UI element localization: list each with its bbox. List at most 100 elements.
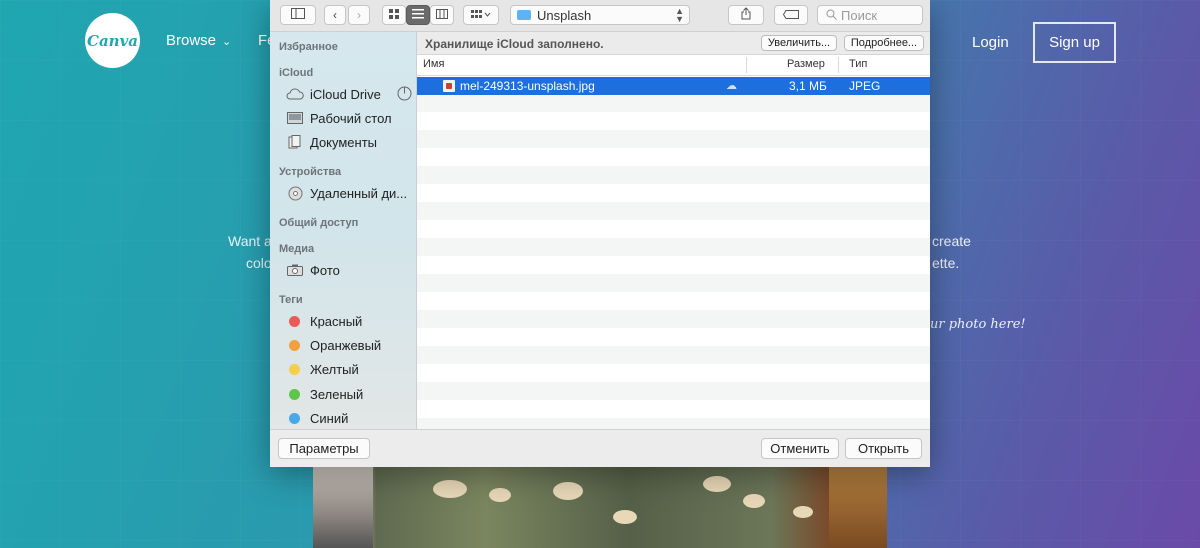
button-label: Параметры xyxy=(289,441,359,456)
sidebar-icon xyxy=(291,8,305,22)
sidebar-header-shared: Общий доступ xyxy=(279,217,359,229)
open-button[interactable]: Открыть xyxy=(845,438,922,459)
column-header-type[interactable]: Тип xyxy=(849,58,867,70)
search-input[interactable]: Поиск xyxy=(817,5,923,25)
chevron-down-icon: ⌄ xyxy=(222,36,232,48)
hero-handwritten-text: ur photo here! xyxy=(930,317,1026,332)
location-label: Unsplash xyxy=(537,7,592,23)
cloud-icon xyxy=(286,87,304,101)
tag-color-dot xyxy=(289,388,300,400)
share-button[interactable] xyxy=(728,5,764,25)
flower-shape xyxy=(743,494,765,508)
button-label: Открыть xyxy=(857,441,910,456)
folder-icon xyxy=(517,10,531,20)
flower-shape xyxy=(553,482,583,500)
icloud-full-banner: Хранилище iCloud заполнено. Увеличить...… xyxy=(417,32,930,55)
sidebar-item-desktop[interactable]: Рабочий стол xyxy=(286,107,414,129)
file-list-background xyxy=(417,76,930,429)
sidebar-item-label: Синий xyxy=(310,410,349,426)
chevron-right-icon: › xyxy=(357,8,361,22)
sidebar-header-favorites: Избранное xyxy=(279,41,338,53)
documents-icon xyxy=(286,135,304,149)
sidebar-item-icloud-drive[interactable]: iCloud Drive xyxy=(286,83,414,105)
photo-left-panel xyxy=(313,466,373,548)
sidebar-header-tags: Теги xyxy=(279,294,303,306)
sidebar-header-media: Медиа xyxy=(279,243,315,255)
file-open-dialog: ‹ › Unsplash ▲ ▼ Поиск Избранное iCloud … xyxy=(270,0,930,467)
desktop-icon xyxy=(286,111,304,125)
image-file-icon xyxy=(443,80,455,92)
sidebar-item-label: Желтый xyxy=(310,361,359,377)
list-icon xyxy=(412,8,424,22)
canva-logo[interactable]: Canva xyxy=(85,13,140,68)
button-label: Подробнее... xyxy=(850,37,918,49)
sidebar-item-documents[interactable]: Документы xyxy=(286,131,414,153)
file-row[interactable]: mel-249313-unsplash.jpg ☁ 3,1 МБ JPEG xyxy=(417,77,930,95)
camera-icon xyxy=(286,263,304,277)
storage-progress-icon xyxy=(397,86,412,104)
view-list-button[interactable] xyxy=(406,5,430,25)
sidebar-tag-yellow[interactable]: Желтый xyxy=(286,358,414,380)
button-label: Отменить xyxy=(770,441,830,456)
forward-button[interactable]: › xyxy=(348,5,370,25)
view-columns-button[interactable] xyxy=(430,5,454,25)
sidebar-toggle-button[interactable] xyxy=(280,5,316,25)
options-button[interactable]: Параметры xyxy=(278,438,370,459)
sidebar-tag-orange[interactable]: Оранжевый xyxy=(286,334,414,356)
tag-color-dot xyxy=(289,363,300,375)
share-icon xyxy=(740,7,752,23)
sidebar-item-remote-disc[interactable]: Удаленный ди... xyxy=(286,182,414,204)
chevron-left-icon: ‹ xyxy=(333,8,337,22)
sidebar-tag-blue[interactable]: Синий xyxy=(286,407,414,429)
sidebar-item-label: Фото xyxy=(310,262,340,278)
column-header-name[interactable]: Имя xyxy=(423,58,444,70)
tag-icon xyxy=(782,8,799,22)
hero-text-right-2: ette. xyxy=(932,255,960,271)
dialog-toolbar: ‹ › Unsplash ▲ ▼ Поиск xyxy=(270,0,930,32)
column-header-size[interactable]: Размер xyxy=(787,58,825,70)
sidebar-item-photos[interactable]: Фото xyxy=(286,259,414,281)
signup-button[interactable]: Sign up xyxy=(1033,22,1116,63)
logo-text: Canva xyxy=(87,31,138,50)
flower-shape xyxy=(613,510,637,524)
photo-right-panel xyxy=(829,466,887,548)
nav-browse-label: Browse xyxy=(166,32,217,49)
column-headers: Имя Размер Тип xyxy=(417,55,930,76)
increase-storage-button[interactable]: Увеличить... xyxy=(761,35,837,51)
nav-browse[interactable]: Browse ⌄ xyxy=(166,32,231,49)
hero-text-left-1: Want a xyxy=(228,233,272,249)
sidebar-tag-green[interactable]: Зеленый xyxy=(286,383,414,405)
arrange-button[interactable] xyxy=(463,5,499,25)
login-link[interactable]: Login xyxy=(972,34,1009,51)
file-browser: Хранилище iCloud заполнено. Увеличить...… xyxy=(417,32,930,429)
disc-icon xyxy=(286,186,304,200)
view-icons-button[interactable] xyxy=(382,5,406,25)
sidebar-item-label: iCloud Drive xyxy=(310,86,381,102)
search-icon xyxy=(826,8,837,23)
tag-color-dot xyxy=(289,315,300,327)
sidebar-item-label: Удаленный ди... xyxy=(310,185,408,201)
sidebar-item-label: Красный xyxy=(310,313,363,329)
arrange-icon xyxy=(471,8,491,22)
banner-text: Хранилище iCloud заполнено. xyxy=(425,37,604,51)
tags-button[interactable] xyxy=(774,5,808,25)
hero-text-left-2: colo xyxy=(246,255,272,271)
cancel-button[interactable]: Отменить xyxy=(761,438,839,459)
sidebar-tag-red[interactable]: Красный xyxy=(286,310,414,332)
column-divider xyxy=(838,57,839,73)
location-dropdown[interactable]: Unsplash ▲ ▼ xyxy=(510,5,690,25)
more-info-button[interactable]: Подробнее... xyxy=(844,35,924,51)
back-button[interactable]: ‹ xyxy=(324,5,346,25)
file-name: mel-249313-unsplash.jpg xyxy=(460,79,595,93)
tag-color-dot xyxy=(289,339,300,351)
hero-photo xyxy=(313,466,887,548)
column-divider xyxy=(746,57,747,73)
hero-text-right-1: create xyxy=(932,233,971,249)
flower-shape xyxy=(489,488,511,502)
search-placeholder: Поиск xyxy=(841,7,878,23)
tag-color-dot xyxy=(289,412,300,424)
signup-label: Sign up xyxy=(1049,34,1100,51)
sidebar-header-devices: Устройства xyxy=(279,166,342,178)
sidebar-item-label: Оранжевый xyxy=(310,337,382,353)
columns-icon xyxy=(436,8,448,22)
